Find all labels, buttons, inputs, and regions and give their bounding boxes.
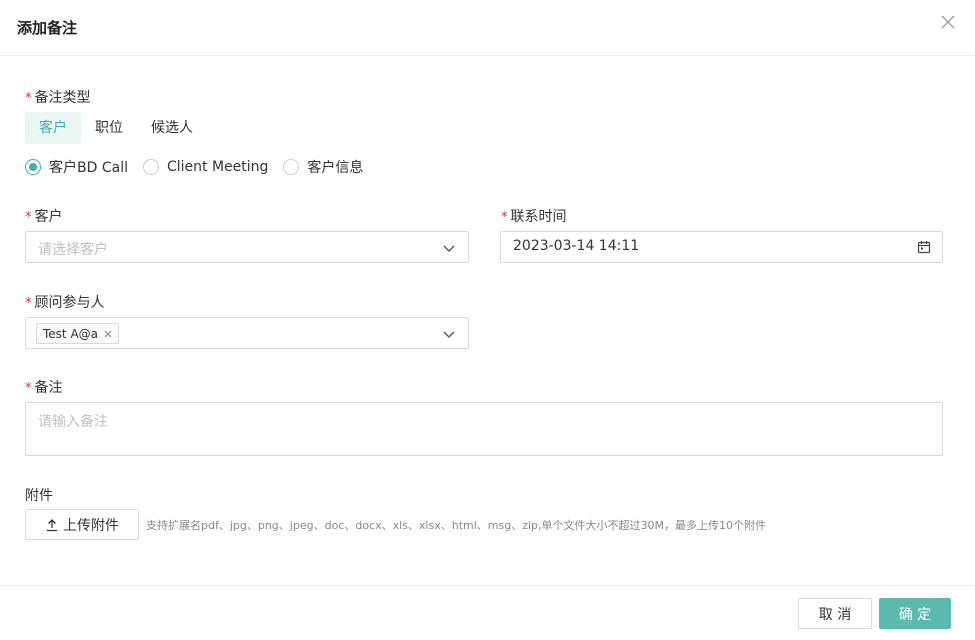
cancel-button[interactable]: 取 消 <box>798 598 872 629</box>
customer-select[interactable]: 请选择客户 <box>25 231 469 263</box>
note-label: * 备注 <box>25 380 63 396</box>
radio-bd-call[interactable]: 客户BD Call <box>25 157 128 177</box>
note-textarea[interactable]: 请输入备注 <box>25 402 943 456</box>
radio-label: 客户BD Call <box>49 160 128 176</box>
contact-time-label: * 联系时间 <box>501 209 567 225</box>
upload-attachment-button[interactable]: 上传附件 <box>25 509 139 540</box>
customer-label: * 客户 <box>25 209 63 225</box>
contact-time-picker[interactable]: 2023-03-14 14:11 <box>500 231 943 263</box>
note-type-tabs: 客户 职位 候选人 <box>25 112 207 144</box>
note-type-label: * 备注类型 <box>25 90 91 106</box>
chevron-down-icon <box>442 241 456 255</box>
radio-label: 客户信息 <box>307 160 364 176</box>
dialog-header: 添加备注 <box>0 0 975 56</box>
tab-position[interactable]: 职位 <box>81 112 137 144</box>
required-mark: * <box>25 91 32 106</box>
participant-tag: Test A@a <box>36 323 120 344</box>
radio-customer-info[interactable]: 客户信息 <box>283 157 363 177</box>
required-mark: * <box>501 210 508 225</box>
upload-hint: 支持扩展名pdf、jpg、png、jpeg、doc、docx、xls、xlsx、… <box>146 519 766 532</box>
customer-placeholder: 请选择客户 <box>38 242 108 258</box>
upload-icon <box>45 518 59 532</box>
radio-unchecked-icon[interactable] <box>142 159 159 175</box>
calendar-icon <box>917 240 931 254</box>
close-icon[interactable] <box>938 12 958 32</box>
participant-tag-label: Test A@a <box>43 326 99 341</box>
note-placeholder: 请输入备注 <box>38 414 108 430</box>
tag-close-icon[interactable] <box>104 327 112 341</box>
radio-unchecked-icon[interactable] <box>283 159 300 175</box>
contact-time-value: 2023-03-14 14:11 <box>513 238 640 254</box>
required-mark: * <box>25 296 32 311</box>
participants-label: * 顾问参与人 <box>25 295 105 311</box>
radio-client-meeting[interactable]: Client Meeting <box>142 159 269 175</box>
tab-customer[interactable]: 客户 <box>25 112 81 144</box>
chevron-down-icon <box>442 327 456 341</box>
attachment-label: 附件 <box>25 488 53 504</box>
upload-button-label: 上传附件 <box>63 517 119 534</box>
tab-candidate[interactable]: 候选人 <box>137 112 207 144</box>
confirm-button[interactable]: 确 定 <box>879 598 951 629</box>
required-mark: * <box>25 210 32 225</box>
participants-select[interactable]: Test A@a <box>25 317 469 349</box>
note-subtype-radio-group: 客户BD Call Client Meeting 客户信息 <box>25 156 378 178</box>
required-mark: * <box>25 381 32 396</box>
radio-label: Client Meeting <box>166 159 269 175</box>
radio-checked-icon[interactable] <box>25 159 41 175</box>
dialog-title: 添加备注 <box>17 19 78 37</box>
